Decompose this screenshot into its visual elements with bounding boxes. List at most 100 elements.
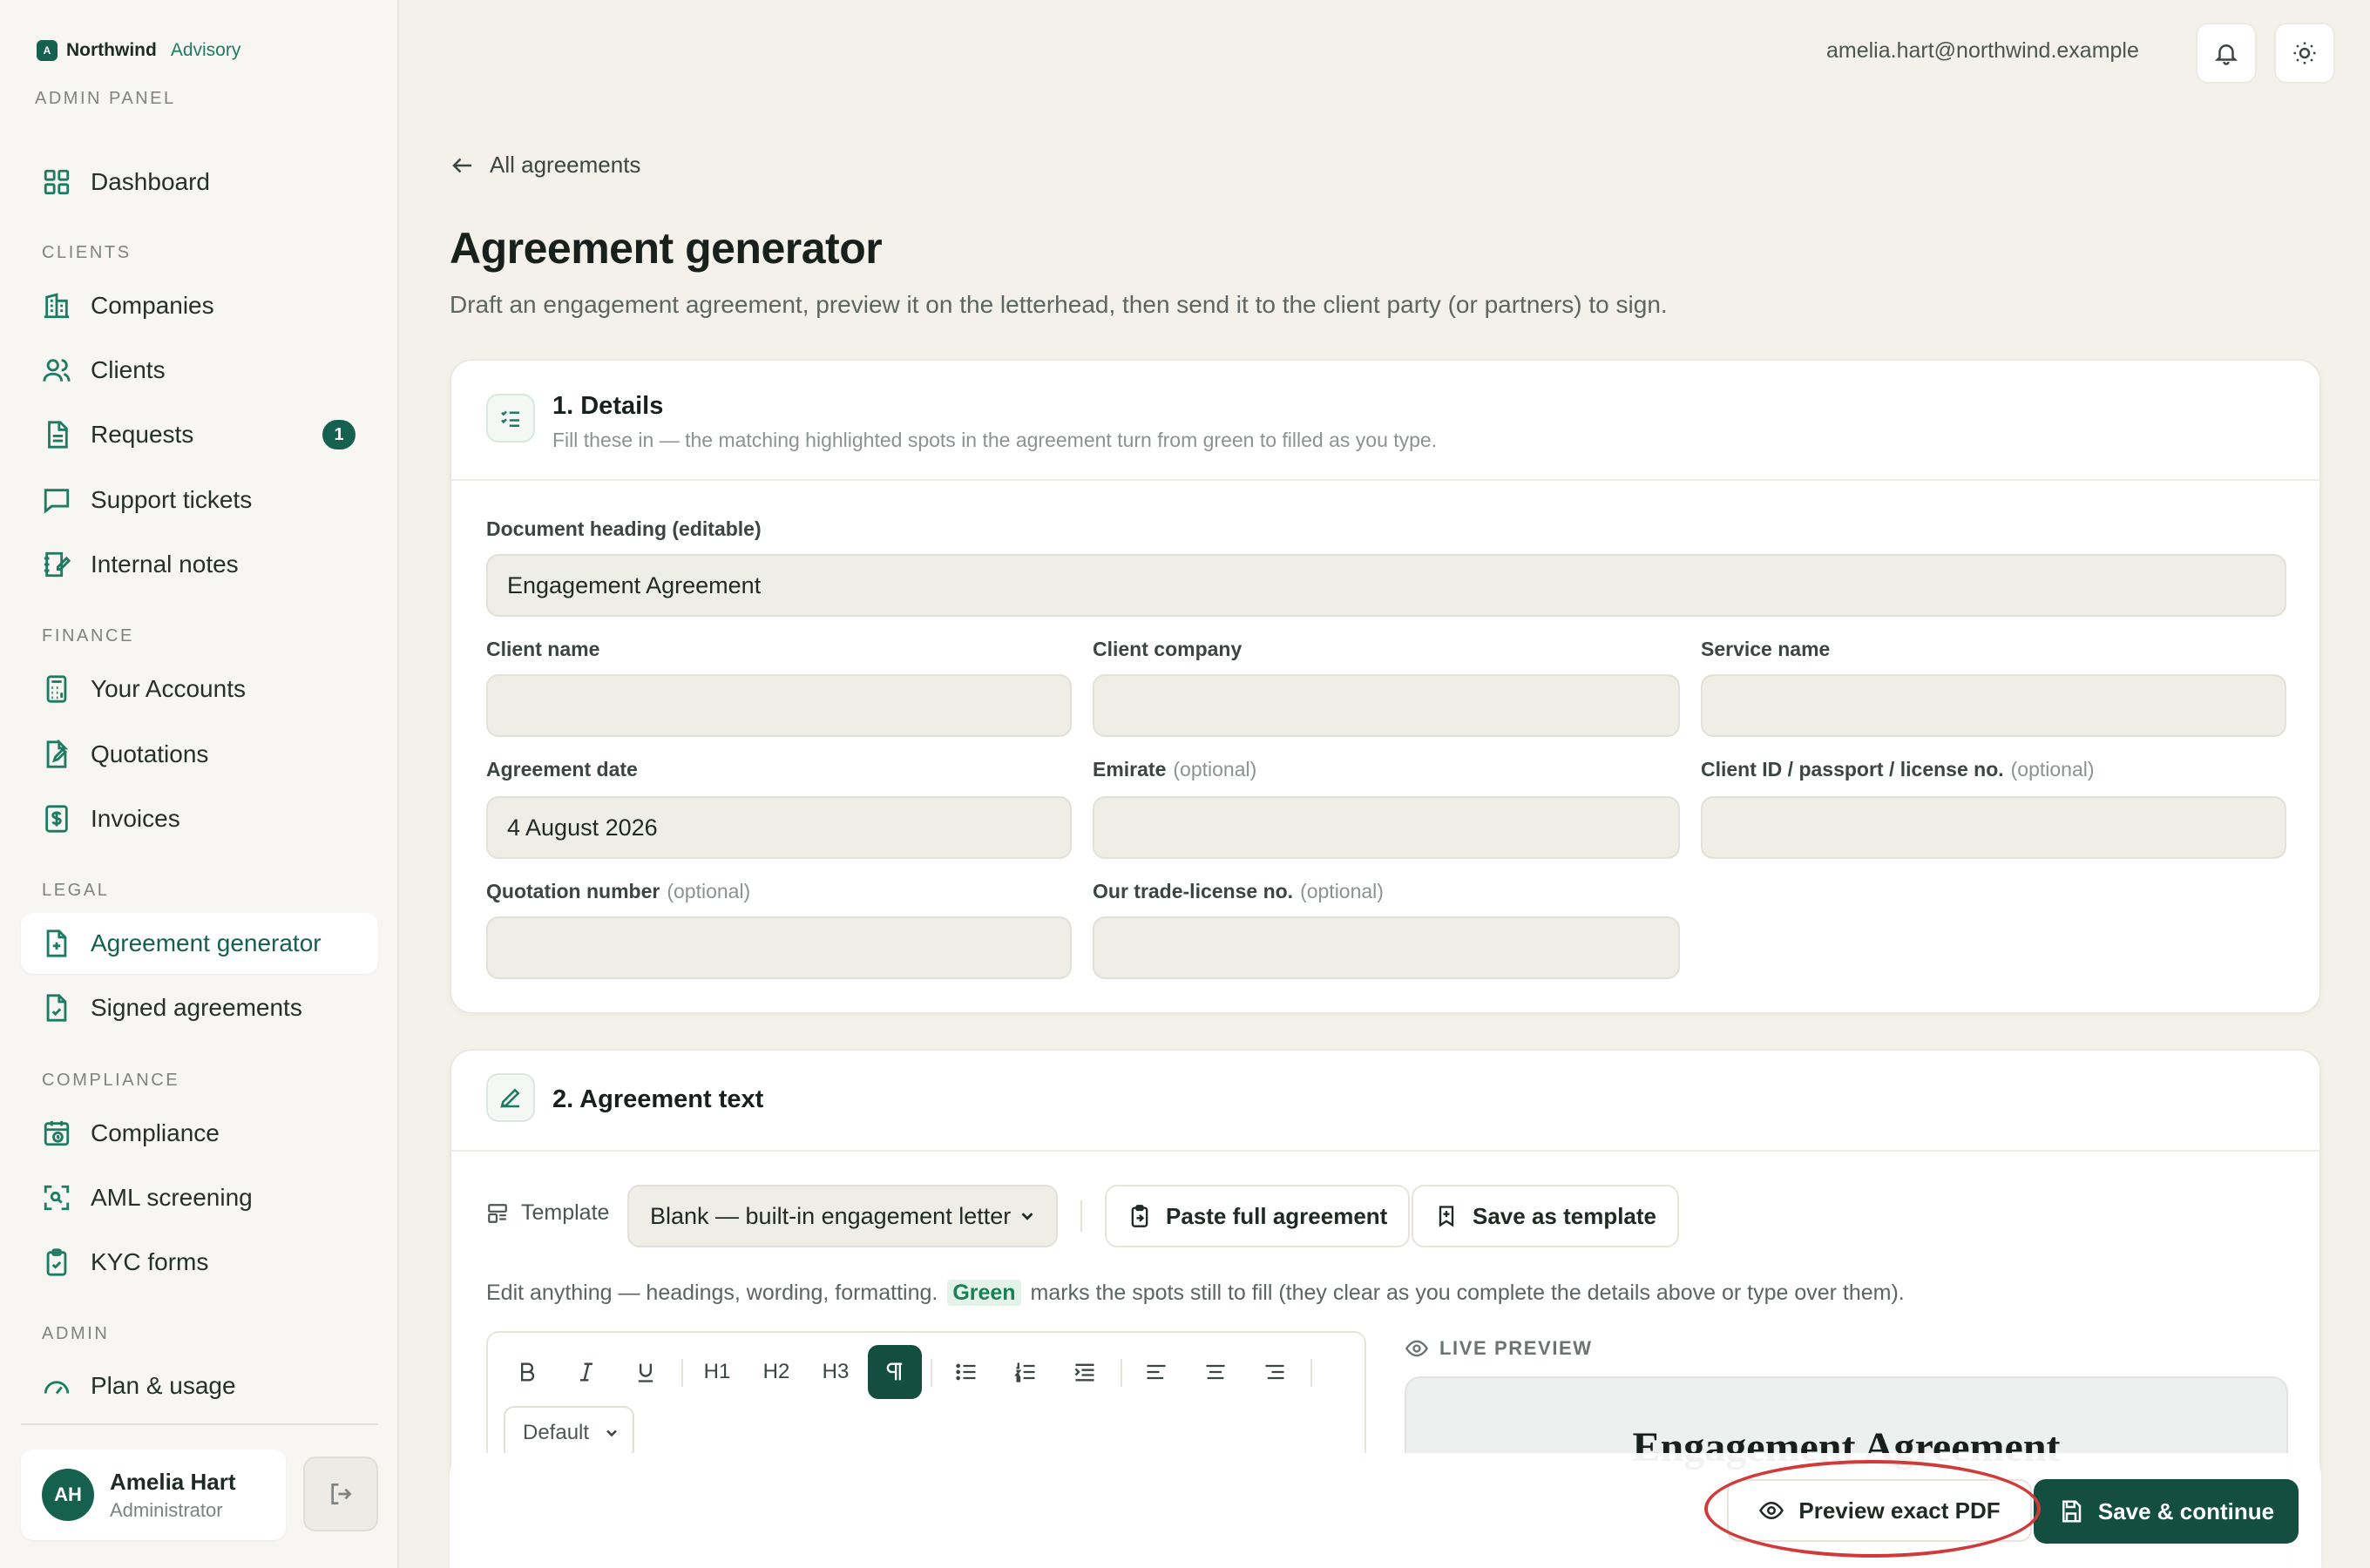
underline-button[interactable] xyxy=(619,1345,673,1399)
client-id-input[interactable] xyxy=(1701,796,2286,859)
trade-license-input[interactable] xyxy=(1093,916,1680,979)
user-card[interactable]: AH Amelia Hart Administrator xyxy=(21,1450,286,1540)
sidebar-item-label: AML screening xyxy=(91,1184,253,1211)
notifications-button[interactable] xyxy=(2196,23,2257,84)
emirate-input[interactable] xyxy=(1093,796,1680,859)
editing-hint: Edit anything — headings, wording, forma… xyxy=(486,1280,1905,1306)
heading-label: Document heading (editable) xyxy=(486,517,762,540)
sidebar-item-companies[interactable]: Companies xyxy=(21,275,378,336)
sidebar-item-requests[interactable]: Requests 1 xyxy=(21,404,378,465)
client-name-label: Client name xyxy=(486,638,600,660)
bullet-list-button[interactable] xyxy=(939,1345,993,1399)
sidebar-item-label: Requests xyxy=(91,421,194,448)
quotation-number-label-text: Quotation number xyxy=(486,880,660,902)
back-link-all-agreements[interactable]: All agreements xyxy=(450,152,640,179)
align-left-icon xyxy=(1147,1364,1166,1380)
save-icon xyxy=(2062,1500,2082,1523)
toolbar-divider xyxy=(1080,1200,1082,1232)
sidebar-item-label: Dashboard xyxy=(91,168,210,195)
scan-icon xyxy=(44,1185,70,1211)
optional-tag: (optional) xyxy=(1300,880,1384,902)
template-select[interactable]: Blank — built-in engagement letter xyxy=(627,1185,1058,1247)
hint-green-chip: Green xyxy=(947,1280,1021,1306)
brand-sub: Advisory xyxy=(170,40,241,60)
numbered-list-button[interactable] xyxy=(999,1345,1053,1399)
brand-logo: A xyxy=(37,40,58,61)
template-label: Template xyxy=(486,1200,609,1226)
heading-1-button[interactable]: H1 xyxy=(690,1345,744,1399)
rich-text-editor-toolbar: H1 H2 H3 Default xyxy=(486,1331,1366,1470)
logout-button[interactable] xyxy=(303,1456,378,1531)
align-left-button[interactable] xyxy=(1129,1345,1183,1399)
sidebar-item-aml-screening[interactable]: AML screening xyxy=(21,1167,378,1228)
save-and-continue-button[interactable]: Save & continue xyxy=(2034,1479,2299,1544)
details-subtitle: Fill these in — the matching highlighted… xyxy=(552,429,1438,451)
user-info: Amelia Hart Administrator xyxy=(110,1469,236,1522)
italic-button[interactable] xyxy=(559,1345,613,1399)
user-role: Administrator xyxy=(110,1498,223,1521)
sidebar-item-label: Quotations xyxy=(91,740,209,767)
sidebar-item-dashboard[interactable]: Dashboard xyxy=(21,152,378,213)
clipboard-paste-icon xyxy=(1131,1205,1148,1227)
page-title: Agreement generator xyxy=(450,224,883,273)
page-description: Draft an engagement agreement, preview i… xyxy=(450,291,1668,318)
theme-toggle-button[interactable] xyxy=(2274,23,2335,84)
document-heading-input[interactable]: Engagement Agreement xyxy=(486,554,2286,617)
sidebar-item-internal-notes[interactable]: Internal notes xyxy=(21,534,378,595)
sidebar-item-label: Compliance xyxy=(91,1119,220,1146)
sidebar-divider xyxy=(21,1423,378,1425)
client-name-input[interactable] xyxy=(486,674,1072,737)
sidebar-item-kyc-forms[interactable]: KYC forms xyxy=(21,1232,378,1293)
sidebar-item-compliance[interactable]: Compliance xyxy=(21,1103,378,1164)
service-name-label: Service name xyxy=(1701,638,1831,660)
nav-section-admin: ADMIN xyxy=(42,1324,110,1343)
bullet-list-icon xyxy=(956,1363,976,1381)
sidebar-item-label: Internal notes xyxy=(91,551,239,578)
document-icon xyxy=(48,421,68,449)
template-label-text: Template xyxy=(521,1200,610,1225)
invoice-icon xyxy=(45,805,68,833)
sidebar-item-clients[interactable]: Clients xyxy=(21,340,378,401)
indent-list-button[interactable] xyxy=(1058,1345,1112,1399)
sidebar-item-label: Companies xyxy=(91,292,214,319)
agreement-date-label: Agreement date xyxy=(486,758,638,781)
optional-tag: (optional) xyxy=(2010,758,2095,781)
account-email: amelia.hart@northwind.example xyxy=(1826,38,2139,63)
heading-3-button[interactable]: H3 xyxy=(809,1345,863,1399)
bold-button[interactable] xyxy=(500,1345,554,1399)
document-plus-icon xyxy=(46,929,67,957)
preview-exact-pdf-button[interactable]: Preview exact PDF xyxy=(1727,1479,2032,1542)
sidebar-item-plan-usage[interactable]: Plan & usage xyxy=(21,1355,378,1416)
quotation-number-input[interactable] xyxy=(486,916,1072,979)
sidebar-item-your-accounts[interactable]: Your Accounts xyxy=(21,659,378,720)
save-as-template-label: Save as template xyxy=(1473,1202,1657,1229)
details-card: 1. Details Fill these in — the matching … xyxy=(450,359,2321,1014)
requests-count-badge: 1 xyxy=(322,420,356,449)
align-center-button[interactable] xyxy=(1188,1345,1243,1399)
paste-full-agreement-button[interactable]: Paste full agreement xyxy=(1105,1185,1411,1247)
avatar: AH xyxy=(42,1469,94,1521)
eye-icon xyxy=(1759,1501,1784,1520)
sidebar-item-signed-agreements[interactable]: Signed agreements xyxy=(21,977,378,1038)
sidebar-item-agreement-generator[interactable]: Agreement generator xyxy=(21,913,378,974)
agreement-date-input[interactable]: 4 August 2026 xyxy=(486,796,1072,859)
client-company-input[interactable] xyxy=(1093,674,1680,737)
align-right-button[interactable] xyxy=(1248,1345,1302,1399)
client-id-label-text: Client ID / passport / license no. xyxy=(1701,758,2004,781)
brand[interactable]: A Northwind Advisory xyxy=(37,40,240,61)
sidebar-item-quotations[interactable]: Quotations xyxy=(21,724,378,785)
toolbar-separator xyxy=(931,1359,932,1387)
text-style-select[interactable]: Default xyxy=(504,1406,634,1460)
clipboard-check-icon xyxy=(46,1248,67,1276)
panel-label: ADMIN PANEL xyxy=(35,89,176,108)
heading-2-button[interactable]: H2 xyxy=(749,1345,803,1399)
sidebar-item-support-tickets[interactable]: Support tickets xyxy=(21,470,378,531)
sidebar-item-invoices[interactable]: Invoices xyxy=(21,788,378,849)
paragraph-button[interactable] xyxy=(868,1345,922,1399)
agreement-text-title: 2. Agreement text xyxy=(552,1085,764,1113)
service-name-input[interactable] xyxy=(1701,674,2286,737)
save-as-template-button[interactable]: Save as template xyxy=(1412,1185,1680,1247)
calendar-clock-icon xyxy=(44,1120,70,1146)
numbered-list-icon xyxy=(1014,1362,1035,1382)
gauge-icon xyxy=(44,1381,70,1395)
